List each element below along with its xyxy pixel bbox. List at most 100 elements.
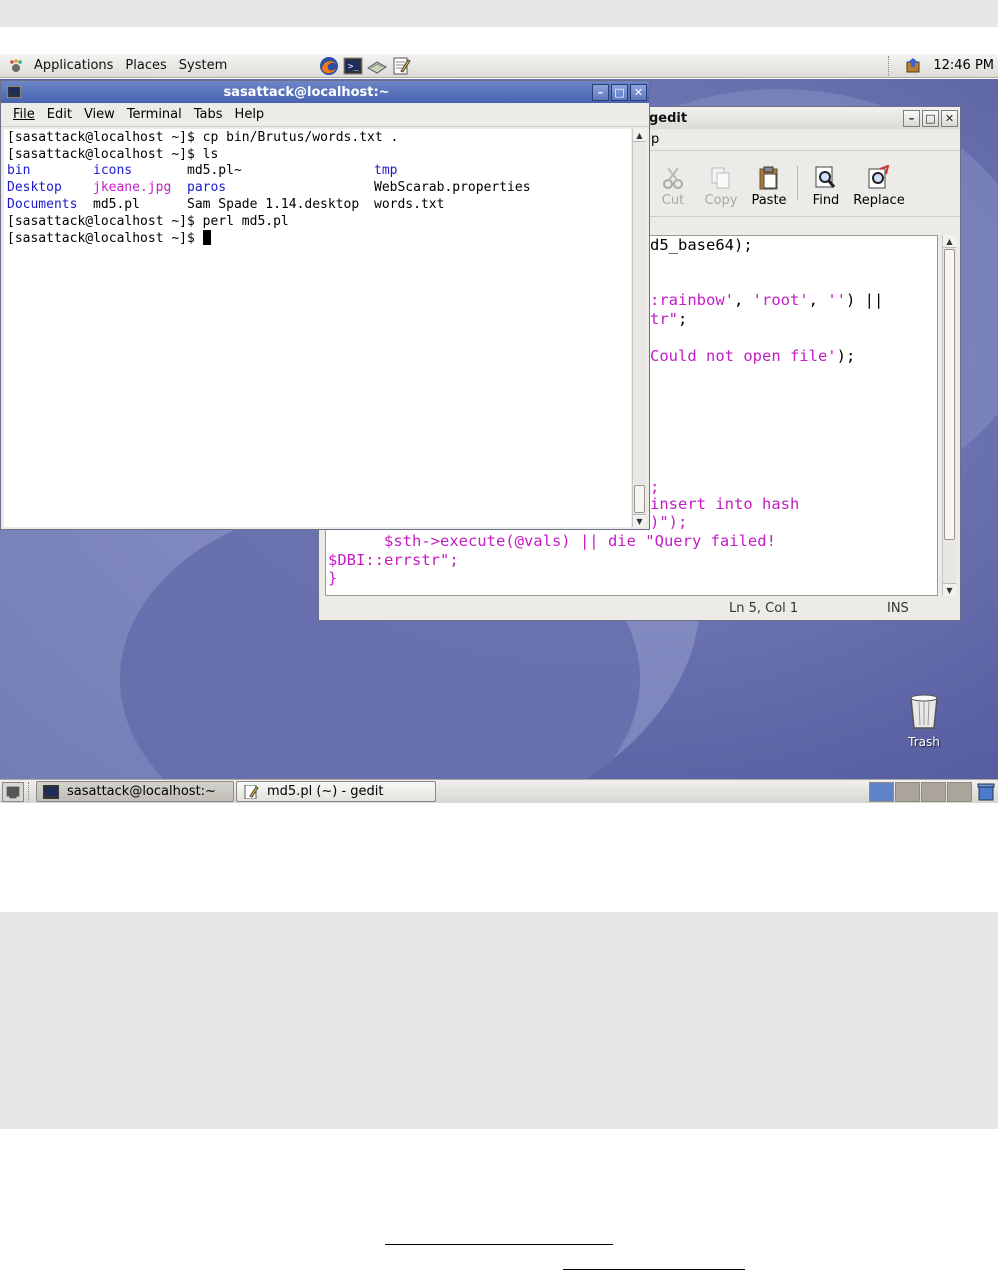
replace-button[interactable]: Replace bbox=[850, 165, 908, 208]
scroll-thumb[interactable] bbox=[634, 485, 645, 513]
terminal-prompt-line: [sasattack@localhost ~]$ bbox=[7, 230, 628, 248]
firefox-icon[interactable] bbox=[319, 56, 339, 76]
code-line: d5_base64); bbox=[650, 236, 753, 254]
workspace-4[interactable] bbox=[947, 781, 972, 802]
trash-icon bbox=[910, 694, 938, 729]
taskbar-label: sasattack@localhost:~ bbox=[67, 784, 216, 799]
clock[interactable]: 12:46 PM bbox=[933, 58, 994, 73]
gedit-menu-help-fragment[interactable]: p bbox=[649, 128, 665, 152]
ls-row: Documents md5.pl Sam Spade 1.14.desktop wor… bbox=[7, 196, 445, 212]
places-menu[interactable]: Places bbox=[119, 54, 172, 78]
menu-tabs[interactable]: Tabs bbox=[188, 103, 229, 127]
cut-icon bbox=[663, 167, 683, 189]
terminal-line: [sasattack@localhost ~]$ ls bbox=[7, 146, 219, 162]
gnome-foot-icon bbox=[10, 58, 22, 72]
copy-icon bbox=[711, 167, 730, 189]
footnote-rule bbox=[385, 1244, 613, 1245]
scroll-down-icon[interactable]: ▼ bbox=[633, 514, 646, 527]
footnote-rule bbox=[563, 1269, 745, 1270]
code-line: insert into hash bbox=[650, 495, 800, 513]
taskbar-label: md5.pl (~) - gedit bbox=[267, 784, 384, 799]
disk-icon[interactable] bbox=[367, 56, 388, 76]
terminal-icon[interactable]: >_ bbox=[343, 56, 363, 76]
text-editor-icon bbox=[244, 784, 259, 799]
svg-text:>_: >_ bbox=[348, 62, 359, 72]
trash-label: Trash bbox=[908, 735, 940, 749]
terminal-title: sasattack@localhost:~ bbox=[223, 84, 390, 100]
scroll-up-icon[interactable]: ▲ bbox=[633, 129, 646, 142]
gedit-scrollbar[interactable]: ▲ ▼ bbox=[942, 235, 956, 596]
terminal-output[interactable]: [sasattack@localhost ~]$ cp bin/Brutus/w… bbox=[4, 129, 631, 527]
gedit-title: gedit bbox=[649, 110, 688, 126]
terminal-line: [sasattack@localhost ~]$ perl md5.pl bbox=[7, 213, 289, 229]
scroll-up-icon[interactable]: ▲ bbox=[943, 235, 956, 248]
cut-button[interactable]: Cut bbox=[649, 165, 697, 208]
launcher-group: >_ bbox=[319, 56, 411, 76]
cursor-position: Ln 5, Col 1 bbox=[729, 601, 799, 616]
trash-desktop-icon[interactable]: Trash bbox=[900, 692, 948, 749]
workspace-switcher bbox=[868, 781, 998, 802]
terminal-titlebar[interactable]: sasattack@localhost:~ – □ ✕ bbox=[1, 81, 649, 103]
workspace-2[interactable] bbox=[895, 781, 920, 802]
paste-icon bbox=[759, 166, 778, 190]
code-line: ; bbox=[650, 478, 660, 496]
find-button[interactable]: Find bbox=[802, 165, 850, 208]
workspace-3[interactable] bbox=[921, 781, 946, 802]
top-margin-band bbox=[0, 0, 998, 27]
menu-edit[interactable]: Edit bbox=[41, 103, 78, 127]
applications-menu[interactable]: Applications bbox=[28, 54, 119, 78]
menu-file[interactable]: File bbox=[7, 103, 41, 127]
bottom-panel: sasattack@localhost:~ md5.pl (~) - gedit bbox=[0, 779, 998, 803]
code-line: tr"; bbox=[650, 310, 688, 328]
ls-row: bin icons md5.pl~ tmp bbox=[7, 163, 398, 179]
taskbar-item-terminal[interactable]: sasattack@localhost:~ bbox=[36, 781, 234, 802]
terminal-window: sasattack@localhost:~ – □ ✕ File Edit Vi… bbox=[0, 80, 650, 530]
menu-view[interactable]: View bbox=[78, 103, 121, 127]
maximize-icon[interactable]: □ bbox=[611, 83, 628, 101]
system-menu[interactable]: System bbox=[173, 54, 233, 78]
taskbar-item-gedit[interactable]: md5.pl (~) - gedit bbox=[236, 781, 436, 802]
minimize-icon[interactable]: – bbox=[903, 109, 920, 127]
replace-icon bbox=[868, 165, 890, 189]
terminal-scrollbar[interactable]: ▲ ▼ bbox=[632, 129, 646, 527]
toolbar-separator bbox=[797, 166, 798, 200]
page-band bbox=[0, 912, 998, 1129]
scroll-thumb[interactable] bbox=[944, 249, 955, 540]
code-line: $sth->execute(@vals) || die "Query faile… bbox=[328, 532, 776, 550]
gedit-statusbar: Ln 5, Col 1 INS bbox=[319, 598, 960, 620]
cut-label: Cut bbox=[661, 193, 685, 208]
minimize-icon[interactable]: – bbox=[592, 83, 609, 101]
trash-applet-icon[interactable] bbox=[976, 782, 996, 802]
find-label: Find bbox=[812, 193, 840, 208]
workspace-1[interactable] bbox=[869, 781, 894, 802]
edit-icon[interactable] bbox=[391, 56, 411, 76]
scroll-down-icon[interactable]: ▼ bbox=[943, 583, 956, 596]
insert-mode: INS bbox=[887, 601, 909, 616]
code-line: } bbox=[328, 569, 338, 587]
maximize-icon[interactable]: □ bbox=[922, 109, 939, 127]
text-cursor bbox=[202, 230, 211, 246]
show-desktop-icon[interactable] bbox=[2, 781, 24, 802]
menu-terminal[interactable]: Terminal bbox=[121, 103, 188, 127]
terminal-icon bbox=[43, 784, 59, 799]
terminal-menubar: File Edit View Terminal Tabs Help bbox=[1, 103, 649, 127]
menu-help[interactable]: Help bbox=[229, 103, 271, 127]
code-line: )"); bbox=[650, 513, 688, 531]
terminal-window-icon[interactable] bbox=[7, 86, 21, 98]
find-icon bbox=[815, 166, 836, 188]
top-panel: Applications Places System >_ 12:46 PM bbox=[0, 54, 998, 78]
close-icon[interactable]: ✕ bbox=[941, 109, 958, 127]
code-line: :rainbow', 'root', '') || bbox=[650, 291, 884, 309]
code-line: Could not open file'); bbox=[650, 347, 856, 365]
close-icon[interactable]: ✕ bbox=[630, 83, 647, 101]
update-notifier-icon[interactable] bbox=[905, 57, 923, 75]
panel-handle bbox=[28, 781, 34, 802]
ls-row: Desktop jkeane.jpg paros WebScarab.properti… bbox=[7, 180, 531, 196]
paste-label: Paste bbox=[751, 193, 787, 208]
paste-button[interactable]: Paste bbox=[745, 165, 793, 208]
copy-button[interactable]: Copy bbox=[697, 165, 745, 208]
copy-label: Copy bbox=[704, 193, 738, 208]
panel-right: 12:46 PM bbox=[888, 55, 998, 76]
terminal-line: [sasattack@localhost ~]$ cp bin/Brutus/w… bbox=[7, 130, 399, 145]
panel-handle bbox=[888, 55, 891, 76]
